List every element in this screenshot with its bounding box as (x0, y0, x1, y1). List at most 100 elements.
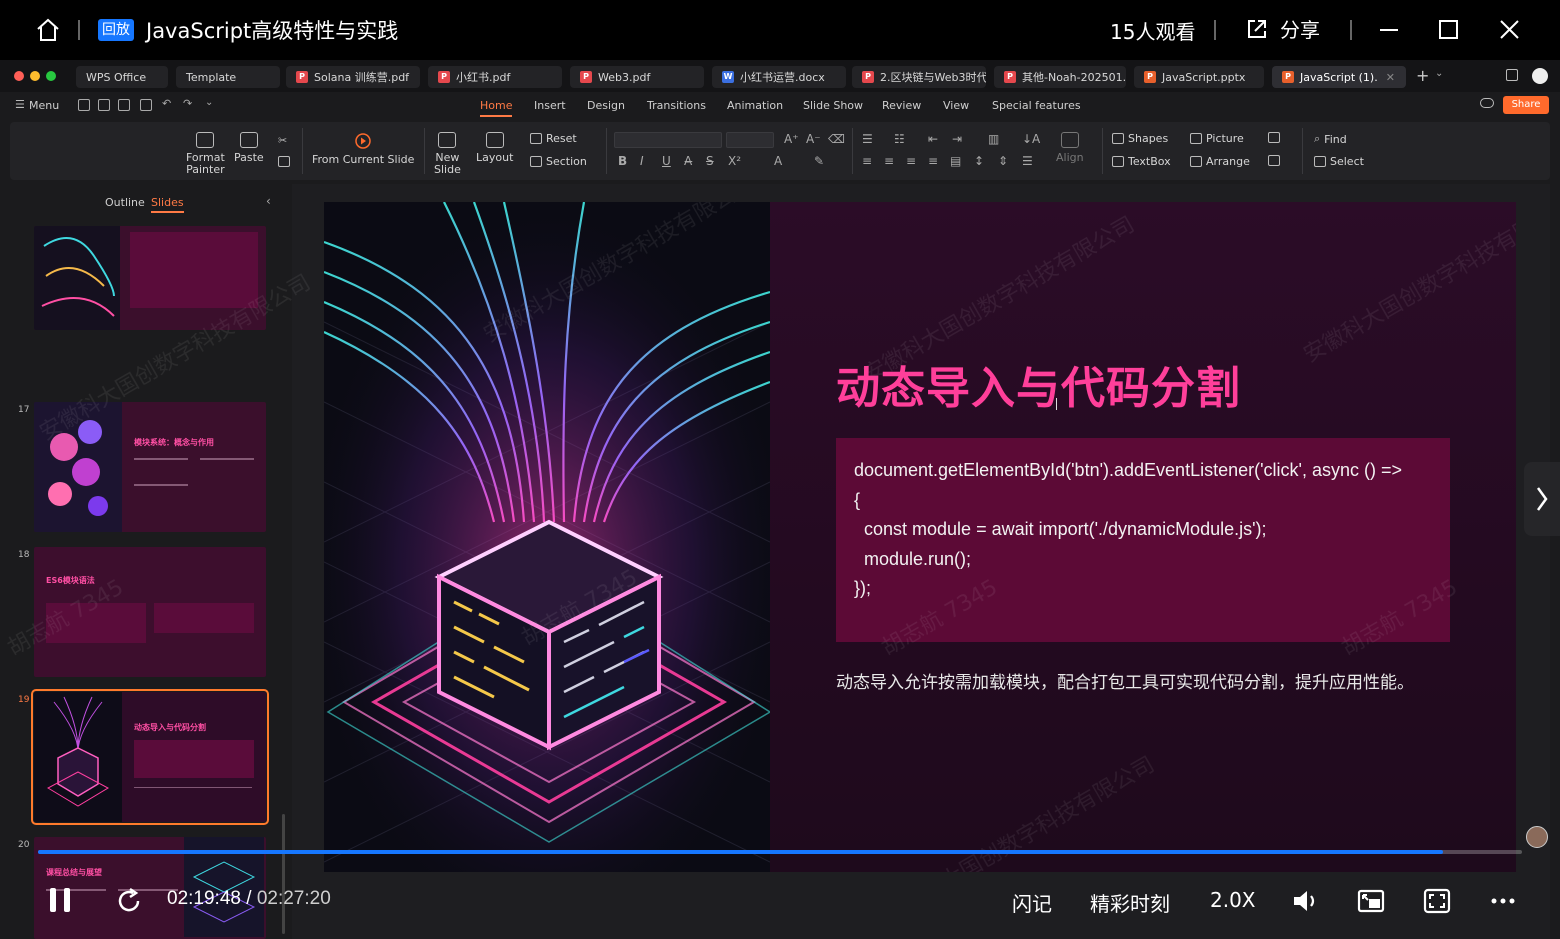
wps-share-button[interactable]: Share (1503, 96, 1549, 114)
highlight-icon[interactable]: ✎ (814, 154, 824, 168)
presenter-avatar[interactable] (1526, 826, 1548, 848)
columns-icon[interactable]: ▥ (988, 132, 999, 146)
share-button[interactable]: 分享 (1246, 14, 1320, 43)
picture-in-picture-icon[interactable] (1356, 886, 1386, 916)
undo-icon[interactable]: ↶ (162, 97, 171, 110)
customize-chevron-icon[interactable]: ⌄ (205, 97, 213, 108)
tab-slides[interactable]: Slides (151, 196, 184, 213)
restore-window-icon[interactable] (1506, 69, 1518, 81)
increase-font-icon[interactable]: A⁺ (784, 132, 799, 146)
select-button[interactable]: Select (1314, 155, 1364, 168)
cloud-icon[interactable] (1480, 98, 1494, 108)
numbering-icon[interactable]: ☷ (894, 132, 905, 146)
tab-insert[interactable]: Insert (534, 99, 566, 112)
highlights-button[interactable]: 精彩时刻 (1090, 888, 1170, 917)
font-size-select[interactable] (726, 132, 774, 148)
align-center-icon[interactable]: ≡ (884, 154, 894, 168)
double-strike-icon[interactable]: S (706, 154, 714, 168)
tab-review[interactable]: Review (882, 99, 921, 112)
cut-icon[interactable]: ✂ (278, 134, 287, 147)
text-direction-icon[interactable]: ↓A (1022, 132, 1040, 146)
italic-icon[interactable]: I (640, 154, 644, 168)
collapse-pane-icon[interactable]: ‹ (266, 194, 271, 208)
reset-button[interactable]: Reset (530, 132, 577, 145)
playback-progress-bar[interactable] (38, 850, 1522, 854)
paragraph-spacing-icon[interactable]: ⇕ (998, 154, 1008, 168)
align-right-icon[interactable]: ≡ (906, 154, 916, 168)
layout-button[interactable]: Layout (476, 132, 513, 164)
tab-blockchain-web3[interactable]: P 2.区块链与Web3时代 (852, 66, 986, 88)
print-icon[interactable] (118, 99, 130, 111)
tab-template[interactable]: ▣Template (176, 66, 280, 88)
bold-icon[interactable]: B (618, 154, 627, 168)
picture-button[interactable]: Picture (1190, 132, 1244, 145)
format-painter-button[interactable]: Format Painter (186, 132, 225, 176)
next-page-button[interactable] (1524, 462, 1560, 536)
menu-button[interactable]: Menu (29, 99, 59, 112)
tab-view[interactable]: View (943, 99, 969, 112)
list-spacing-icon[interactable]: ☰ (1022, 154, 1033, 168)
new-tab-icon[interactable]: + (1416, 66, 1429, 85)
tab-wps-office[interactable]: WWPS Office (76, 66, 168, 88)
tab-noah-pdf[interactable]: P 其他-Noah-202501.p (994, 66, 1126, 88)
tab-xiaohongshu-pdf[interactable]: P 小红书.pdf (428, 66, 562, 88)
redo-icon[interactable]: ↷ (183, 97, 192, 110)
tab-web3-pdf[interactable]: P Web3.pdf (570, 66, 704, 88)
home-icon[interactable] (34, 16, 62, 44)
slide-thumbnail-19[interactable]: 动态导入与代码分割 (31, 689, 269, 825)
close-icon[interactable] (1496, 16, 1524, 44)
hamburger-icon[interactable]: ☰ (15, 98, 25, 111)
tab-close-icon[interactable]: ✕ (1386, 71, 1395, 84)
justify-icon[interactable]: ≡ (928, 154, 938, 168)
font-color-icon[interactable]: A (774, 154, 782, 168)
bullets-icon[interactable]: ☰ (862, 132, 873, 146)
align-button[interactable]: Align (1056, 132, 1084, 164)
copy-icon[interactable] (278, 156, 290, 167)
align-left-icon[interactable]: ≡ (862, 154, 872, 168)
font-family-select[interactable] (614, 132, 722, 148)
window-zoom-dot[interactable] (46, 71, 56, 81)
line-spacing-icon[interactable]: ↕ (974, 154, 984, 168)
save-icon[interactable] (78, 99, 90, 111)
refresh-icon[interactable] (114, 886, 144, 916)
minimize-icon[interactable] (1376, 16, 1404, 44)
arrange-button[interactable]: Arrange (1190, 155, 1250, 168)
tab-transitions[interactable]: Transitions (647, 99, 706, 112)
tab-javascript-1[interactable]: P JavaScript (1). ✕ (1272, 66, 1406, 88)
tab-solana-pdf[interactable]: P Solana 训练营.pdf (286, 66, 420, 88)
print-preview-icon[interactable] (140, 99, 152, 111)
distribute-icon[interactable]: ▤ (950, 154, 961, 168)
tab-list-chevron-icon[interactable]: ⌄ (1435, 68, 1443, 79)
tab-slide-show[interactable]: Slide Show (803, 99, 863, 112)
indent-icon[interactable]: ⇥ (952, 132, 962, 146)
underline-icon[interactable]: U (662, 154, 671, 168)
clear-format-icon[interactable]: ⌫ (828, 132, 845, 146)
outline-button[interactable] (1268, 155, 1280, 166)
superscript-icon[interactable]: X² (728, 154, 741, 168)
window-minimize-dot[interactable] (30, 71, 40, 81)
tab-xiaohongshu-docx[interactable]: W 小红书运营.docx (712, 66, 846, 88)
slide-thumbnail-18[interactable]: ES6模块语法 (34, 547, 266, 677)
more-options-icon[interactable] (1488, 886, 1518, 916)
paste-button[interactable]: Paste (234, 132, 264, 164)
slide-thumbnail-16[interactable] (34, 226, 266, 330)
tab-special-features[interactable]: Special features (992, 99, 1081, 112)
tab-home[interactable]: Home (480, 99, 513, 117)
account-avatar[interactable] (1532, 68, 1548, 84)
tab-design[interactable]: Design (587, 99, 625, 112)
new-slide-button[interactable]: New Slide (434, 132, 461, 176)
pause-icon[interactable] (46, 884, 76, 916)
maximize-icon[interactable] (1436, 16, 1464, 44)
shapes-button[interactable]: Shapes (1112, 132, 1168, 145)
tab-javascript-pptx[interactable]: P JavaScript.pptx (1134, 66, 1264, 88)
window-close-dot[interactable] (14, 71, 24, 81)
current-slide[interactable]: 安徽科大国创数字科技有限公司 安徽科大国创数字科技有限公司 安徽科大国创数字科技… (324, 202, 1516, 872)
playback-speed-button[interactable]: 2.0X (1210, 888, 1256, 912)
from-current-slide-button[interactable]: From Current Slide (312, 132, 414, 166)
flash-note-button[interactable]: 闪记 (1012, 888, 1052, 917)
outdent-icon[interactable]: ⇤ (928, 132, 938, 146)
fill-button[interactable] (1268, 132, 1280, 143)
tab-animation[interactable]: Animation (727, 99, 783, 112)
textbox-button[interactable]: TextBox (1112, 155, 1171, 168)
export-pdf-icon[interactable] (98, 99, 110, 111)
